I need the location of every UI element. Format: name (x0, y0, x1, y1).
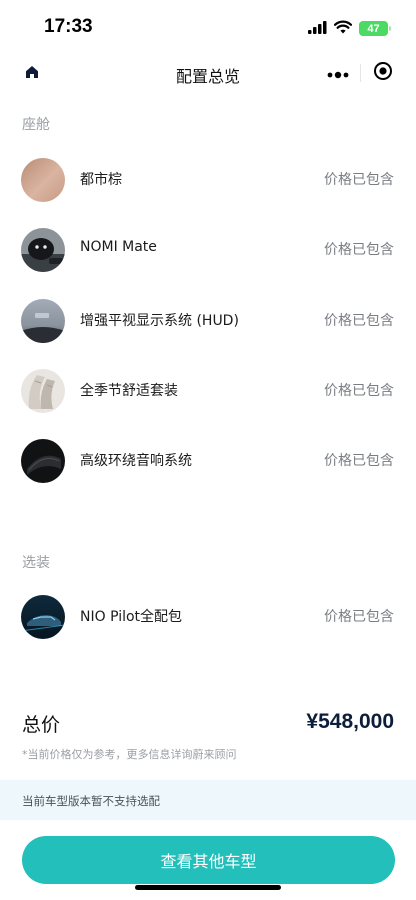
list-item: NOMI Mate 价格已包含 (0, 225, 416, 275)
section-label-cabin: 座舱 (22, 117, 50, 133)
home-indicator (135, 885, 281, 890)
status-icons: 47 (308, 19, 391, 38)
list-item: NIO Pilot全配包 价格已包含 (0, 592, 416, 642)
notice-text: 当前车型版本暂不支持选配 (22, 794, 160, 808)
item-price: 价格已包含 (324, 313, 394, 329)
status-bar: 17:33 47 (0, 0, 416, 54)
status-time: 17:33 (44, 16, 93, 37)
item-name: 都市棕 (80, 172, 122, 188)
total-label: 总价 (22, 714, 61, 736)
item-name: 全季节舒适套装 (80, 383, 178, 399)
cellular-signal-icon (308, 19, 327, 38)
close-miniprogram-button[interactable] (361, 57, 404, 89)
list-item: 都市棕 价格已包含 (0, 155, 416, 205)
speaker-thumbnail (21, 439, 65, 483)
item-price: 价格已包含 (324, 453, 394, 469)
list-item: 高级环绕音响系统 价格已包含 (0, 436, 416, 486)
item-name: 增强平视显示系统 (HUD) (80, 313, 239, 329)
battery-icon: 47 (359, 21, 391, 36)
list-item: 全季节舒适套装 价格已包含 (0, 366, 416, 416)
notice-bar: 当前车型版本暂不支持选配 (0, 780, 416, 820)
brown-swatch-thumbnail (21, 158, 65, 202)
more-button[interactable] (316, 57, 360, 89)
hud-windshield-thumbnail (21, 299, 65, 343)
item-price: 价格已包含 (324, 242, 394, 258)
view-other-models-button[interactable]: 查看其他车型 (22, 836, 395, 884)
item-price: 价格已包含 (324, 172, 394, 188)
total-price: ¥548,000 (306, 710, 394, 733)
nav-bar: 配置总览 (0, 54, 416, 94)
mini-program-capsule (316, 57, 404, 89)
car-pilot-thumbnail (21, 595, 65, 639)
item-name: 高级环绕音响系统 (80, 453, 192, 469)
nomi-robot-thumbnail (21, 228, 65, 272)
item-name: NIO Pilot全配包 (80, 609, 183, 625)
record-target-icon (373, 61, 393, 85)
item-price: 价格已包含 (324, 383, 394, 399)
price-disclaimer: *当前价格仅为参考，更多信息详询蔚来顾问 (22, 748, 237, 761)
item-name: NOMI Mate (80, 239, 157, 255)
battery-level: 47 (367, 22, 380, 35)
seat-thumbnail (21, 369, 65, 413)
item-price: 价格已包含 (324, 609, 394, 625)
wifi-icon (333, 19, 353, 38)
list-item: 增强平视显示系统 (HUD) 价格已包含 (0, 296, 416, 346)
section-label-options: 选装 (22, 555, 50, 571)
more-dots-icon (327, 64, 349, 83)
